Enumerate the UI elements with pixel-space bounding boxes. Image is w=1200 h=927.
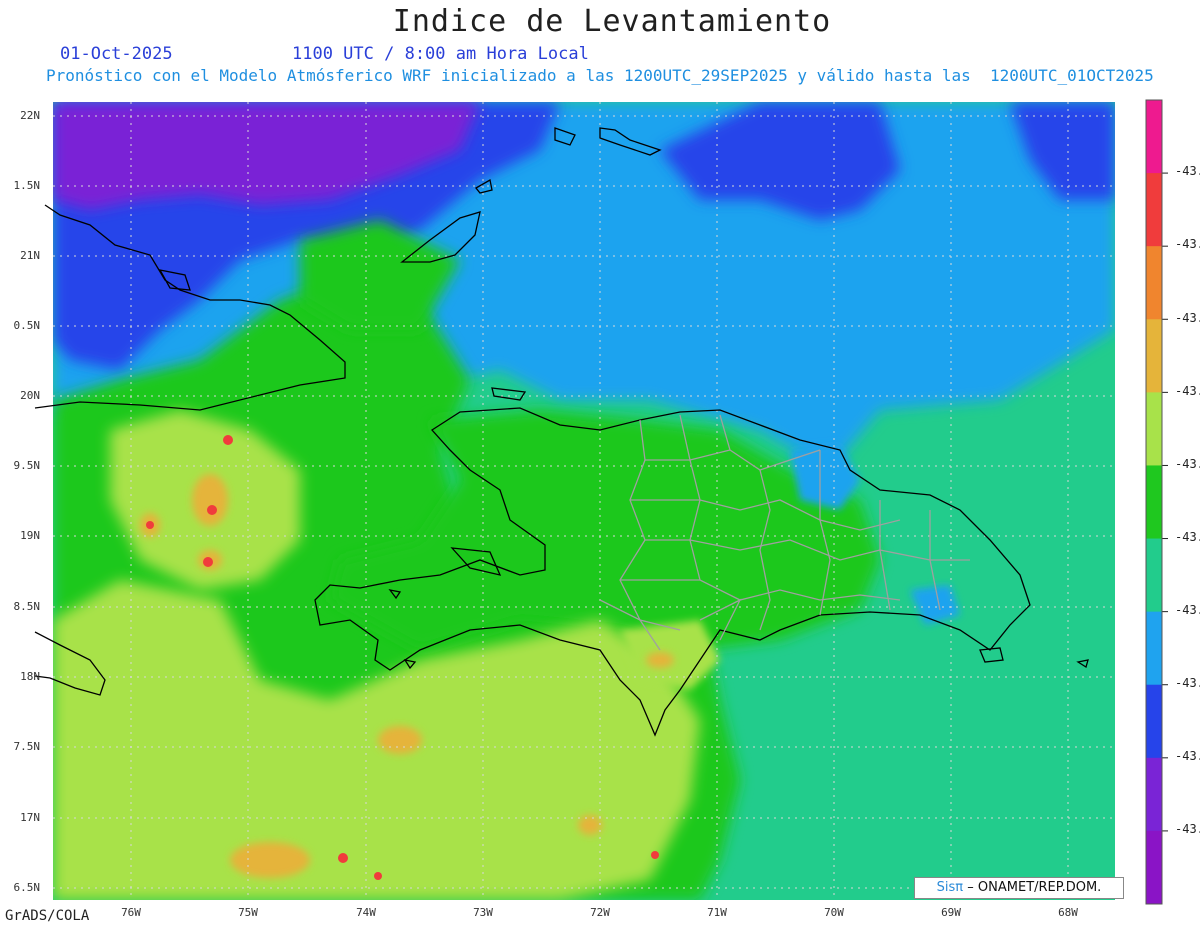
- lon-label: 74W: [356, 906, 376, 919]
- lat-label: 1.5N: [13, 179, 41, 192]
- credit-box: Sisπ – ONAMET/REP.DOM.: [914, 877, 1124, 899]
- colorbar-label: -43.5: [1175, 603, 1200, 617]
- lat-label: 19N: [20, 529, 40, 542]
- colorbar: [1145, 99, 1168, 905]
- lon-label: 71W: [707, 906, 727, 919]
- colorbar-swatch: [1146, 392, 1162, 466]
- lat-label: 6.5N: [13, 881, 41, 894]
- credit-dash: –: [967, 880, 974, 895]
- lat-label: 18N: [20, 670, 40, 683]
- lat-label: 20N: [20, 389, 40, 402]
- sispi-logo: Sisπ: [936, 880, 964, 895]
- colorbar-swatch: [1146, 684, 1162, 759]
- lon-label: 76W: [121, 906, 141, 919]
- colorbar-swatch: [1146, 246, 1162, 320]
- lon-label: 69W: [941, 906, 961, 919]
- colorbar-swatch: [1146, 173, 1162, 247]
- lon-label: 70W: [824, 906, 844, 919]
- lat-label: 17N: [20, 811, 40, 824]
- lon-label: 75W: [238, 906, 258, 919]
- colorbar-swatch: [1146, 465, 1162, 540]
- lat-label: 21N: [20, 249, 40, 262]
- colorbar-label: -43.6: [1175, 822, 1200, 836]
- colorbar-label: -43.2: [1175, 164, 1200, 178]
- lat-label: 9.5N: [13, 459, 41, 472]
- colorbar-label: -43.3: [1175, 384, 1200, 398]
- colorbar-label: -43.6: [1175, 749, 1200, 763]
- colorbar-swatch: [1146, 830, 1162, 905]
- colorbar-swatch: [1146, 611, 1162, 686]
- lat-label: 0.5N: [13, 319, 41, 332]
- lat-label: 7.5N: [13, 740, 41, 753]
- colorbar-label: -43.3: [1175, 311, 1200, 325]
- colorbar-label: -43.4: [1175, 530, 1200, 544]
- colorbar-swatch: [1146, 319, 1162, 393]
- map-canvas: [34, 99, 1168, 905]
- lon-label: 72W: [590, 906, 610, 919]
- lat-label: 22N: [20, 109, 40, 122]
- colorbar-swatch: [1146, 100, 1162, 174]
- lat-label: 8.5N: [13, 600, 41, 613]
- software-label: GrADS/COLA: [5, 908, 90, 924]
- colorbar-label: -43.5: [1175, 676, 1200, 690]
- credit-text: ONAMET/REP.DOM.: [977, 880, 1102, 895]
- colorbar-label: -43.4: [1175, 457, 1200, 471]
- lon-label: 68W: [1058, 906, 1078, 919]
- colorbar-swatch: [1146, 757, 1162, 832]
- colorbar-label: -43.2: [1175, 237, 1200, 251]
- colorbar-swatch: [1146, 538, 1162, 613]
- lon-label: 73W: [473, 906, 493, 919]
